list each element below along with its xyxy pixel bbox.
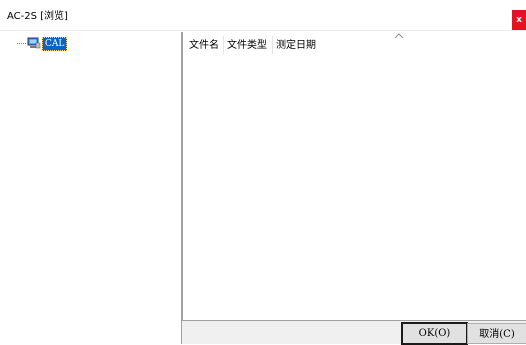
computer-icon — [27, 37, 41, 49]
button-bar: OK(O) 取消(C) — [182, 321, 526, 345]
column-header-date[interactable]: 测定日期 — [276, 40, 316, 52]
title-bar: AC-2S [浏览] x — [0, 0, 526, 30]
column-header-filename[interactable]: 文件名 — [189, 40, 219, 52]
tree-item-label: CAL — [42, 37, 68, 51]
close-icon: x — [516, 15, 522, 25]
cancel-button[interactable]: 取消(C) — [467, 323, 526, 344]
tree-connector-line — [17, 43, 26, 44]
sort-caret-icon — [394, 32, 404, 40]
list-header: 文件名 文件类型 测定日期 — [183, 32, 526, 56]
folder-tree[interactable]: CAL — [3, 32, 182, 344]
ok-button[interactable]: OK(O) — [401, 322, 468, 345]
window-title: AC-2S [浏览] — [7, 11, 68, 22]
column-separator[interactable] — [223, 36, 224, 54]
file-list[interactable]: 文件名 文件类型 测定日期 — [182, 32, 526, 321]
column-header-filetype[interactable]: 文件类型 — [227, 40, 267, 52]
browse-dialog: AC-2S [浏览] x CAL 文件名 文件类型 测定日期 OK(O) 取消(… — [0, 0, 526, 345]
title-separator — [0, 30, 526, 31]
close-button[interactable]: x — [512, 10, 526, 30]
column-separator[interactable] — [272, 36, 273, 54]
